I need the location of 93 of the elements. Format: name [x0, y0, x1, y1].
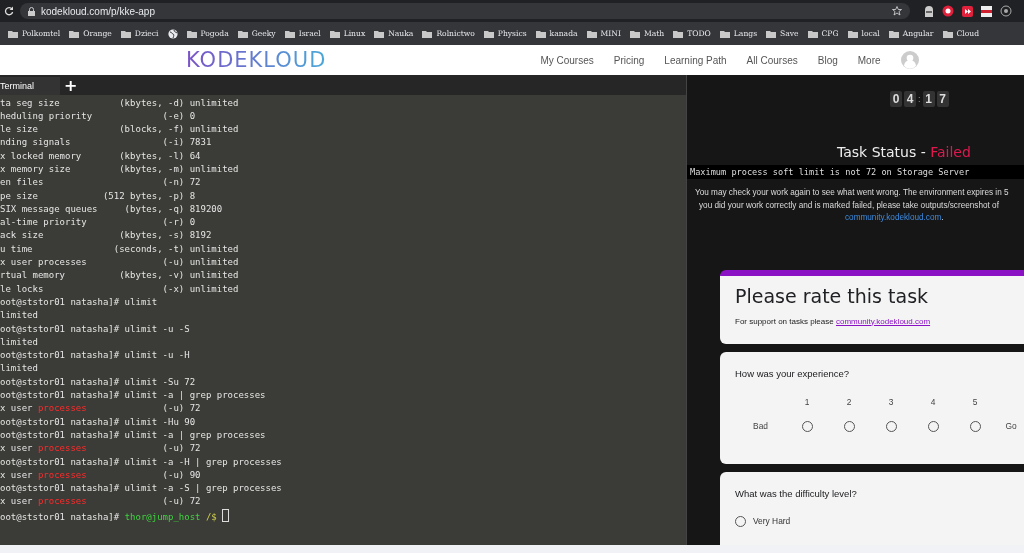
- terminal-line: en files (-n) 72: [0, 177, 201, 188]
- terminal-line: x user processes (-u) 72: [0, 443, 201, 454]
- terminal-line: oot@ststor01 natasha]# ulimit -u -S: [0, 323, 190, 334]
- scale-number: 5: [972, 396, 978, 407]
- terminal-line: limited: [0, 310, 38, 321]
- scale-label: Bad: [753, 421, 768, 431]
- folder-icon: [629, 29, 640, 38]
- scale-number: 1: [804, 396, 810, 407]
- terminal-line: le size (blocks, -f) unlimited: [0, 124, 239, 135]
- timer-digit: 4: [904, 91, 916, 107]
- globe-icon[interactable]: [167, 28, 178, 39]
- question-text: What was the difficulty level?: [735, 487, 858, 499]
- extension-icon[interactable]: [962, 5, 973, 17]
- terminal-line: limited: [0, 363, 38, 374]
- terminal-line: oot@ststor01 natasha]# ulimit -Hu 90: [0, 416, 196, 427]
- terminal-line: al-time priority (-r) 0: [0, 217, 196, 228]
- terminal-tab[interactable]: Terminal: [0, 77, 60, 95]
- terminal-line: pe size (512 bytes, -p) 8: [0, 190, 196, 201]
- folder-icon: [422, 29, 433, 38]
- new-tab-button[interactable]: +: [60, 77, 82, 95]
- folder-icon: [69, 29, 80, 38]
- scale-number: 4: [930, 396, 936, 407]
- terminal-line: SIX message queues (bytes, -q) 819200: [0, 203, 223, 214]
- reload-icon[interactable]: [4, 6, 14, 16]
- folder-icon: [8, 29, 18, 38]
- folder-icon: [374, 29, 385, 38]
- scale-label: Go: [1005, 421, 1017, 431]
- terminal-line: le locks (-x) unlimited: [0, 283, 239, 294]
- terminal-line: x user processes (-u) 72: [0, 403, 201, 414]
- folder-icon: [673, 29, 684, 38]
- folder-icon: [186, 29, 197, 38]
- extension-icon[interactable]: [1000, 5, 1012, 17]
- extension-icon[interactable]: [942, 5, 954, 17]
- terminal-line: oot@ststor01 natasha]# thor@jump_host /$: [0, 511, 218, 522]
- support-text: For support on tasks please community.kodekloud.com: [735, 316, 932, 326]
- nav-link[interactable]: Pricing: [613, 54, 645, 66]
- folder-icon: [807, 29, 818, 38]
- terminal-line: limited: [0, 336, 38, 347]
- terminal-line: oot@ststor01 natasha]# ulimit -Su 72: [0, 376, 196, 387]
- nav-link[interactable]: Blog: [817, 54, 838, 66]
- timer-separator: :: [918, 94, 921, 104]
- terminal-line: heduling priority (-e) 0: [0, 110, 196, 121]
- terminal-line: ack size (kbytes, -s) 8192: [0, 230, 212, 241]
- scale-number: 2: [846, 396, 852, 407]
- terminal-line: oot@ststor01 natasha]# ulimit -u -H: [0, 350, 190, 361]
- nav-link[interactable]: Learning Path: [664, 54, 727, 66]
- extension-icon[interactable]: [924, 5, 934, 17]
- folder-icon: [284, 29, 295, 38]
- extension-icon[interactable]: [981, 5, 992, 17]
- nav-link[interactable]: More: [857, 54, 881, 66]
- folder-icon: [719, 29, 730, 38]
- folder-icon: [120, 29, 131, 38]
- timer-digit: 0: [890, 91, 902, 107]
- scale-number: 3: [888, 396, 894, 407]
- option-label: Very Hard: [753, 516, 791, 526]
- form-title: Please rate this task: [735, 284, 930, 307]
- info-text: you did your work correctly and is marked failed, please take outputs/screenshot of: [699, 200, 999, 210]
- terminal-line: oot@ststor01 natasha]# ulimit -a | grep processes: [0, 429, 266, 440]
- lock-icon: [28, 6, 35, 16]
- terminal-line: x locked memory (kbytes, -l) 64: [0, 150, 201, 161]
- folder-icon: [766, 29, 777, 38]
- terminal-line: oot@ststor01 natasha]# ulimit -a -H | grep processes: [0, 456, 282, 467]
- folder-icon: [483, 29, 494, 38]
- info-text: community.kodekloud.com.: [845, 213, 944, 222]
- folder-icon: [586, 29, 597, 38]
- terminal-line: rtual memory (kbytes, -v) unlimited: [0, 270, 239, 281]
- folder-icon: [888, 29, 899, 38]
- terminal-line: u time (seconds, -t) unlimited: [0, 243, 239, 254]
- star-icon[interactable]: [892, 6, 902, 16]
- folder-icon: [329, 29, 340, 38]
- info-text: You may check your work again to see what went wrong. The environment expires in 5: [695, 188, 1009, 197]
- folder-icon: [535, 29, 546, 38]
- terminal-line: oot@ststor01 natasha]# ulimit -a | grep processes: [0, 390, 266, 401]
- address-bar[interactable]: kodekloud.com/p/kke-app: [20, 3, 910, 19]
- terminal-line: x user processes (-u) 72: [0, 496, 201, 507]
- result-message: Maximum process soft limit is not 72 on Storage Server: [687, 165, 1024, 179]
- terminal-line: x user processes (-u) 90: [0, 469, 201, 480]
- nav-link[interactable]: All Courses: [746, 54, 798, 66]
- community-link[interactable]: community.kodekloud.com: [835, 316, 931, 326]
- nav-link[interactable]: My Courses: [540, 54, 594, 66]
- folder-icon: [847, 29, 858, 38]
- terminal-line: x memory size (kbytes, -m) unlimited: [0, 164, 239, 174]
- folder-icon: [237, 29, 248, 38]
- terminal-line: nding signals (-i) 7831: [0, 137, 212, 148]
- timer-digit: 1: [922, 91, 935, 107]
- terminal-line: oot@ststor01 natasha]# ulimit -a -S | grep processes: [0, 483, 282, 494]
- terminal-line: x user processes (-u) unlimited: [0, 257, 239, 268]
- folder-icon: [942, 29, 953, 38]
- terminal-line: oot@ststor01 natasha]# ulimit: [0, 296, 158, 307]
- timer-digit: 7: [936, 91, 949, 107]
- question-text: How was your experience?: [735, 367, 851, 379]
- task-status: Task Status - Failed: [837, 144, 972, 160]
- terminal-line: ta seg size (kbytes, -d) unlimited: [0, 97, 239, 108]
